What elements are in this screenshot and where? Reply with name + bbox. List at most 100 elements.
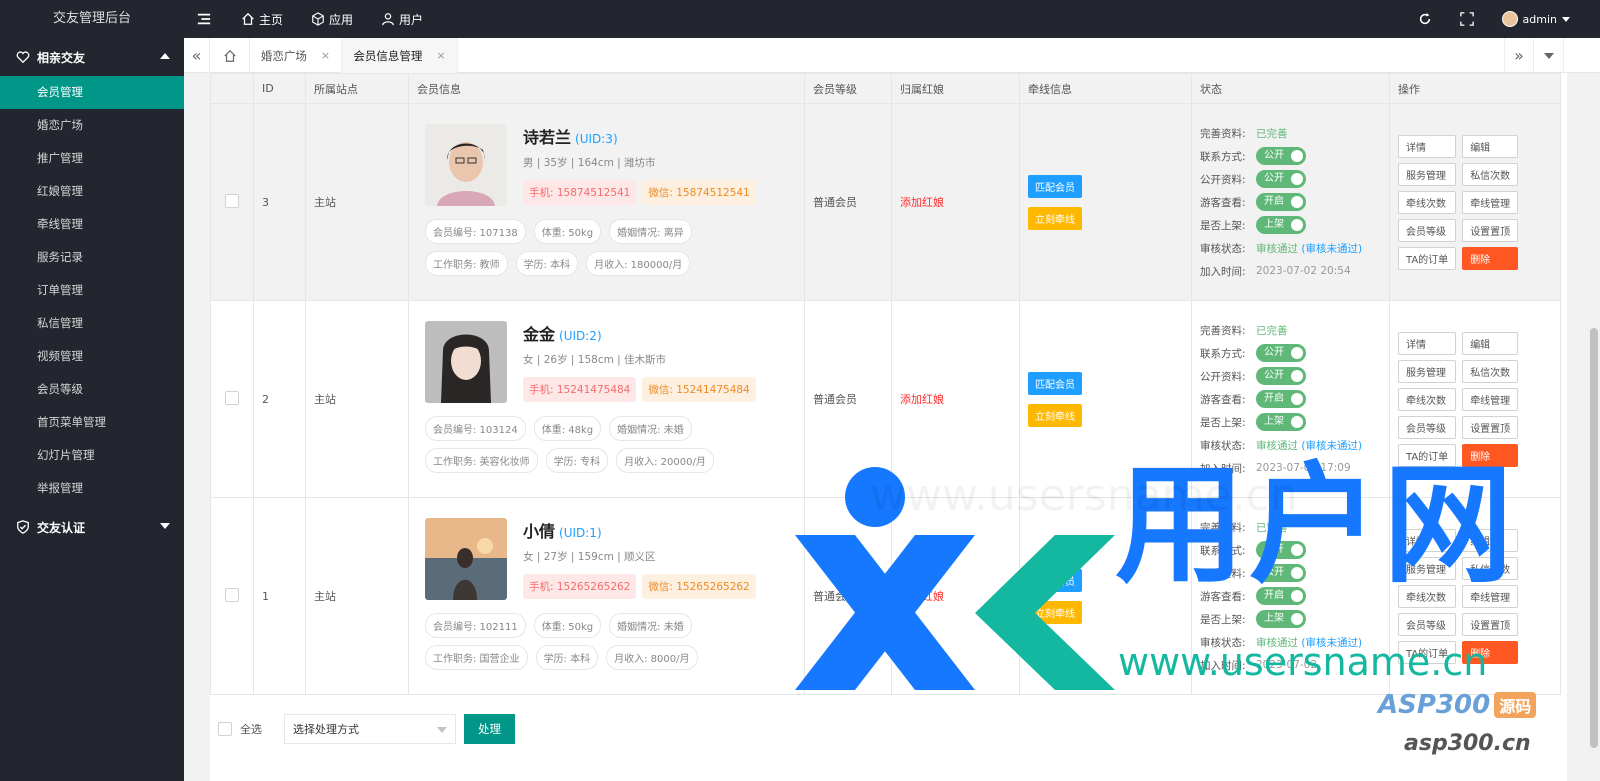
tab-member-info[interactable]: 会员信息管理 × bbox=[342, 38, 458, 73]
action-button[interactable]: TA的订单 bbox=[1398, 640, 1457, 664]
public-toggle[interactable]: 公开 bbox=[1256, 170, 1306, 188]
action-button[interactable]: 详情 bbox=[1398, 331, 1457, 355]
action-button[interactable]: 私信次数 bbox=[1462, 359, 1519, 383]
action-button[interactable]: 私信次数 bbox=[1462, 162, 1519, 186]
close-icon[interactable]: × bbox=[436, 49, 445, 62]
sidebar-item[interactable]: 婚恋广场 bbox=[0, 109, 184, 142]
link-now-button[interactable]: 立刻牵线 bbox=[1028, 600, 1082, 624]
sidebar-item[interactable]: 首页菜单管理 bbox=[0, 406, 184, 439]
admin-menu[interactable]: admin bbox=[1501, 11, 1570, 27]
listed-toggle[interactable]: 上架 bbox=[1256, 610, 1306, 628]
action-button[interactable]: 删除 bbox=[1462, 640, 1519, 664]
scrollbar[interactable] bbox=[1588, 73, 1600, 781]
sidebar-item[interactable]: 订单管理 bbox=[0, 274, 184, 307]
batch-action-select[interactable]: 选择处理方式 bbox=[284, 714, 456, 744]
listed-toggle[interactable]: 上架 bbox=[1256, 216, 1306, 234]
add-matchmaker-link[interactable]: 添加红娘 bbox=[900, 590, 944, 603]
row-checkbox[interactable] bbox=[225, 390, 239, 405]
match-member-button[interactable]: 匹配会员 bbox=[1028, 174, 1082, 198]
member-photo[interactable] bbox=[425, 124, 507, 206]
action-button[interactable]: 删除 bbox=[1462, 246, 1519, 270]
action-button[interactable]: 服务管理 bbox=[1398, 556, 1457, 580]
home-tab-icon[interactable] bbox=[210, 38, 250, 73]
action-button[interactable]: 服务管理 bbox=[1398, 162, 1457, 186]
add-matchmaker-link[interactable]: 添加红娘 bbox=[900, 393, 944, 406]
action-button[interactable]: 编辑 bbox=[1462, 331, 1519, 355]
nav-apps[interactable]: 应用 bbox=[311, 11, 353, 28]
row-checkbox[interactable] bbox=[225, 587, 239, 602]
nav-users[interactable]: 用户 bbox=[381, 11, 423, 28]
contact-toggle[interactable]: 公开 bbox=[1256, 541, 1306, 559]
scrollbar-thumb[interactable] bbox=[1590, 328, 1598, 748]
action-button[interactable]: 牵线管理 bbox=[1462, 584, 1519, 608]
guest-toggle[interactable]: 开启 bbox=[1256, 193, 1306, 211]
sidebar-item[interactable]: 幻灯片管理 bbox=[0, 439, 184, 472]
sidebar-item[interactable]: 私信管理 bbox=[0, 307, 184, 340]
action-button[interactable]: 牵线管理 bbox=[1462, 190, 1519, 214]
sidebar-item[interactable]: 会员管理 bbox=[0, 76, 184, 109]
action-button[interactable]: 牵线次数 bbox=[1398, 190, 1457, 214]
audit-pass[interactable]: 审核通过 bbox=[1256, 241, 1298, 256]
action-button[interactable]: 牵线次数 bbox=[1398, 387, 1457, 411]
action-button[interactable]: 设置置顶 bbox=[1462, 218, 1519, 242]
action-button[interactable]: 设置置顶 bbox=[1462, 612, 1519, 636]
action-button[interactable]: 牵线次数 bbox=[1398, 584, 1457, 608]
action-button[interactable]: 编辑 bbox=[1462, 528, 1519, 552]
refresh-icon[interactable] bbox=[1418, 12, 1432, 26]
member-photo[interactable] bbox=[425, 321, 507, 403]
fullscreen-icon[interactable] bbox=[1459, 12, 1474, 26]
contact-toggle[interactable]: 公开 bbox=[1256, 147, 1306, 165]
sidebar-item[interactable]: 推广管理 bbox=[0, 142, 184, 175]
action-button[interactable]: 会员等级 bbox=[1398, 612, 1457, 636]
audit-fail-link[interactable]: (审核未通过) bbox=[1301, 635, 1362, 650]
action-button[interactable]: 会员等级 bbox=[1398, 218, 1457, 242]
action-button[interactable]: 详情 bbox=[1398, 528, 1457, 552]
action-button[interactable]: 会员等级 bbox=[1398, 415, 1457, 439]
audit-fail-link[interactable]: (审核未通过) bbox=[1301, 438, 1362, 453]
action-button[interactable]: 私信次数 bbox=[1462, 556, 1519, 580]
action-button[interactable]: 删除 bbox=[1462, 443, 1519, 467]
sidebar-group-dating[interactable]: 相亲交友 bbox=[0, 38, 184, 76]
action-button[interactable]: TA的订单 bbox=[1398, 246, 1457, 270]
action-button[interactable]: 牵线管理 bbox=[1462, 387, 1519, 411]
sidebar-item[interactable]: 会员等级 bbox=[0, 373, 184, 406]
status-key: 游客查看: bbox=[1200, 393, 1246, 406]
member-photo[interactable] bbox=[425, 518, 507, 600]
close-icon[interactable]: × bbox=[321, 49, 330, 62]
tabs-next-icon[interactable]: » bbox=[1504, 38, 1534, 73]
select-all-checkbox[interactable] bbox=[218, 722, 232, 736]
sidebar-item[interactable]: 牵线管理 bbox=[0, 208, 184, 241]
link-now-button[interactable]: 立刻牵线 bbox=[1028, 403, 1082, 427]
action-button[interactable]: 详情 bbox=[1398, 134, 1457, 158]
contact-toggle[interactable]: 公开 bbox=[1256, 344, 1306, 362]
tabs-prev-icon[interactable]: « bbox=[184, 38, 210, 73]
match-member-button[interactable]: 匹配会员 bbox=[1028, 568, 1082, 592]
menu-toggle-icon[interactable] bbox=[197, 12, 211, 26]
action-button[interactable]: 设置置顶 bbox=[1462, 415, 1519, 439]
sidebar-item[interactable]: 服务记录 bbox=[0, 241, 184, 274]
public-toggle[interactable]: 公开 bbox=[1256, 564, 1306, 582]
row-checkbox[interactable] bbox=[225, 193, 239, 208]
sidebar-group-verify[interactable]: 交友认证 bbox=[0, 508, 184, 546]
match-member-button[interactable]: 匹配会员 bbox=[1028, 371, 1082, 395]
public-toggle[interactable]: 公开 bbox=[1256, 367, 1306, 385]
status-key: 加入时间: bbox=[1200, 265, 1246, 278]
guest-toggle[interactable]: 开启 bbox=[1256, 390, 1306, 408]
sidebar-item[interactable]: 举报管理 bbox=[0, 472, 184, 505]
action-button[interactable]: 编辑 bbox=[1462, 134, 1519, 158]
process-button[interactable]: 处理 bbox=[464, 714, 515, 744]
action-button[interactable]: 服务管理 bbox=[1398, 359, 1457, 383]
sidebar-item[interactable]: 视频管理 bbox=[0, 340, 184, 373]
nav-home[interactable]: 主页 bbox=[241, 11, 283, 28]
add-matchmaker-link[interactable]: 添加红娘 bbox=[900, 196, 944, 209]
listed-toggle[interactable]: 上架 bbox=[1256, 413, 1306, 431]
audit-pass[interactable]: 审核通过 bbox=[1256, 635, 1298, 650]
audit-pass[interactable]: 审核通过 bbox=[1256, 438, 1298, 453]
link-now-button[interactable]: 立刻牵线 bbox=[1028, 206, 1082, 230]
audit-fail-link[interactable]: (审核未通过) bbox=[1301, 241, 1362, 256]
sidebar-item[interactable]: 红娘管理 bbox=[0, 175, 184, 208]
guest-toggle[interactable]: 开启 bbox=[1256, 587, 1306, 605]
tabs-menu-icon[interactable] bbox=[1534, 38, 1564, 73]
action-button[interactable]: TA的订单 bbox=[1398, 443, 1457, 467]
tab-marriage-square[interactable]: 婚恋广场 × bbox=[250, 38, 342, 73]
